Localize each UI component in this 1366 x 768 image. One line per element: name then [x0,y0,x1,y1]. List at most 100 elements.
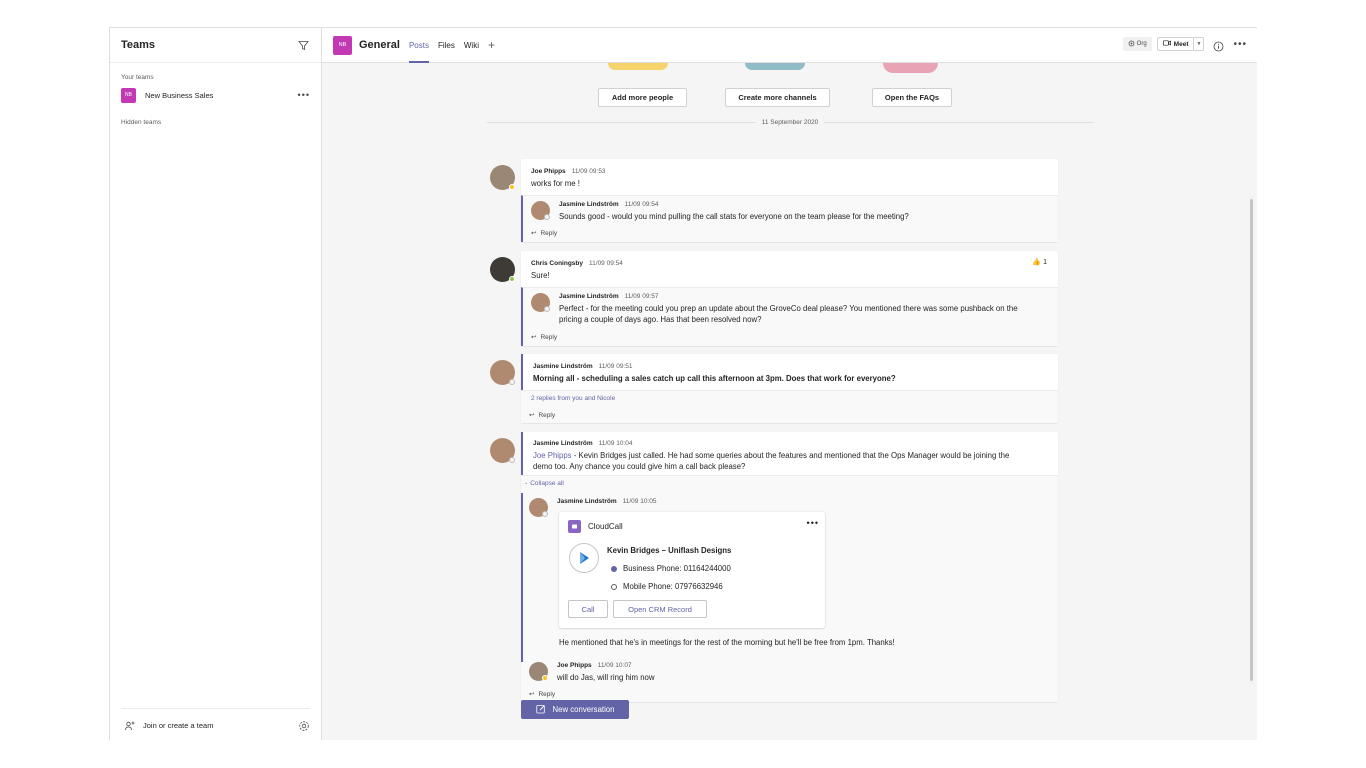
message-author[interactable]: Jasmine Lindström [557,498,617,505]
reply-button[interactable]: ↩ Reply [531,229,557,238]
message-author[interactable]: Jasmine Lindström [559,201,619,208]
add-more-people-button[interactable]: Add more people [598,88,687,107]
message-body-line: pricing a couple of days ago. Has that b… [559,315,762,324]
message-body: will do Jas, will ring him now [557,673,655,682]
add-tab-icon[interactable]: + [488,38,495,52]
reply-accent-bar [521,493,523,662]
create-more-channels-button[interactable]: Create more channels [725,88,830,107]
chevron-down-icon: ⌄ [524,480,529,486]
message-body: works for me ! [531,179,580,188]
radio-selected[interactable] [611,565,617,572]
more-icon[interactable]: ••• [807,518,819,528]
card-header: CloudCall [559,512,825,533]
root-message[interactable]: Jasmine Lindström 11/09 09:51 Morning al… [521,354,1058,390]
reply-message[interactable]: Joe Phipps 11/09 10:07 will do Jas, will… [557,662,655,683]
feed-scrollbar[interactable] [1250,199,1253,681]
info-icon[interactable] [1213,39,1224,51]
reply-section: Jasmine Lindström 11/09 09:54 Sounds goo… [521,195,1058,242]
message-body-text: - Kevin Bridges just called. He had some… [571,451,1010,460]
thumbs-up-icon: 👍 [1032,259,1042,266]
presence-away-badge [509,184,515,190]
conversation-thread: Jasmine Lindström 11/09 09:51 Morning al… [521,354,1058,423]
reaction-count: 1 [1043,258,1047,266]
org-button[interactable]: Org [1122,37,1152,51]
conversation-thread: Jasmine Lindström 11/09 10:04 Joe Phipps… [521,432,1058,702]
new-conversation-button[interactable]: New conversation [521,700,629,719]
presence-badge [509,379,515,385]
root-message[interactable]: Chris Coningsby 11/09 09:54 Sure! [521,251,1058,281]
channel-title: General [359,39,400,51]
message-header: Jasmine Lindström 11/09 09:57 [559,293,1049,300]
reply-message[interactable]: Jasmine Lindström 11/09 09:57 Perfect - … [559,293,1049,325]
org-icon [1128,40,1135,49]
message-time: 11/09 09:54 [624,201,659,208]
reply-icon: ↩ [529,412,535,419]
message-header: Jasmine Lindström 11/09 09:51 [533,363,1048,370]
channel-header: NB General Posts Files Wiki + Org Meet ▼ [322,28,1257,63]
meet-now-button[interactable]: Meet [1158,38,1194,50]
message-author[interactable]: Joe Phipps [557,662,592,669]
business-phone-option[interactable]: Business Phone: 01164244000 [611,564,731,573]
message-author[interactable]: Joe Phipps [531,168,566,175]
join-or-create-team-link[interactable]: Join or create a team [143,721,298,730]
divider-line [824,122,1093,123]
welcome-illustration [883,63,938,73]
call-button[interactable]: Call [568,600,608,618]
divider-line [487,122,756,123]
tab-posts[interactable]: Posts [408,28,429,63]
reply-icon: ↩ [529,691,535,698]
filter-icon[interactable] [296,38,310,52]
reply-icon: ↩ [531,334,537,341]
message-header: Joe Phipps 11/09 10:07 [557,662,655,669]
chevron-down-icon[interactable]: ▼ [1193,38,1203,50]
reaction-badge[interactable]: 👍 1 [1032,258,1047,267]
message-author[interactable]: Jasmine Lindström [559,293,619,300]
presence-available-badge [509,276,515,282]
reply-message[interactable]: Jasmine Lindström 11/09 10:05 [557,498,656,505]
message-body: Perfect - for the meeting could you prep… [559,303,1049,325]
more-icon[interactable]: ••• [1233,39,1247,50]
presence-badge [542,511,548,517]
teams-list-footer: Join or create a team [121,708,310,740]
radio-unselected[interactable] [611,583,617,590]
message-time: 11/09 10:07 [597,662,632,669]
root-message[interactable]: Joe Phipps 11/09 09:53 works for me ! [521,159,1058,189]
tab-files[interactable]: Files [438,28,455,63]
presence-away-badge [542,675,548,681]
hidden-teams-label[interactable]: Hidden teams [110,105,321,126]
meet-button[interactable]: Meet ▼ [1156,37,1205,51]
message-author[interactable]: Jasmine Lindström [533,363,593,370]
presence-badge [544,214,550,220]
message-body: Sounds good - would you mind pulling the… [559,212,909,221]
header-actions: Org Meet ▼ ••• [1122,37,1247,51]
team-item-new-business-sales[interactable]: NB New Business Sales ••• [110,85,321,105]
message-time: 11/09 09:57 [624,293,659,300]
reply-message[interactable]: Jasmine Lindström 11/09 09:54 Sounds goo… [559,201,909,222]
join-team-icon [124,719,136,731]
message-body-line: Perfect - for the meeting could you prep… [559,304,1018,313]
reply-icon: ↩ [531,230,537,237]
tab-wiki[interactable]: Wiki [464,28,479,63]
mention-link[interactable]: Joe Phipps [533,451,572,460]
message-body: Sure! [531,271,550,280]
message-author[interactable]: Jasmine Lindström [533,440,593,447]
team-avatar: NB [121,87,136,103]
edit-icon [535,704,546,716]
open-crm-record-button[interactable]: Open CRM Record [613,600,707,618]
message-header: Jasmine Lindström 11/09 10:04 [533,440,1048,447]
card-contact-name: Kevin Bridges – Uniflash Designs [607,546,732,555]
more-icon[interactable]: ••• [298,90,310,100]
cloudcall-icon [568,520,581,533]
open-faqs-button[interactable]: Open the FAQs [872,88,952,107]
root-message[interactable]: Jasmine Lindström 11/09 10:04 Joe Phipps… [521,432,1058,475]
gear-icon[interactable] [298,719,310,731]
teams-app-window: Teams Your teams NB New Business Sales •… [109,27,1257,740]
posts-feed[interactable]: Add more people Create more channels Ope… [322,63,1257,740]
collapse-all-button[interactable]: ⌄ Collapse all [524,480,564,487]
mobile-phone-option[interactable]: Mobile Phone: 07976632946 [611,582,723,591]
reply-button[interactable]: ↩ Reply [529,411,555,420]
replies-summary-link[interactable]: 2 replies from you and Nicole [531,395,615,402]
reply-button[interactable]: ↩ Reply [529,690,555,699]
message-author[interactable]: Chris Coningsby [531,260,583,267]
reply-button[interactable]: ↩ Reply [531,333,557,342]
